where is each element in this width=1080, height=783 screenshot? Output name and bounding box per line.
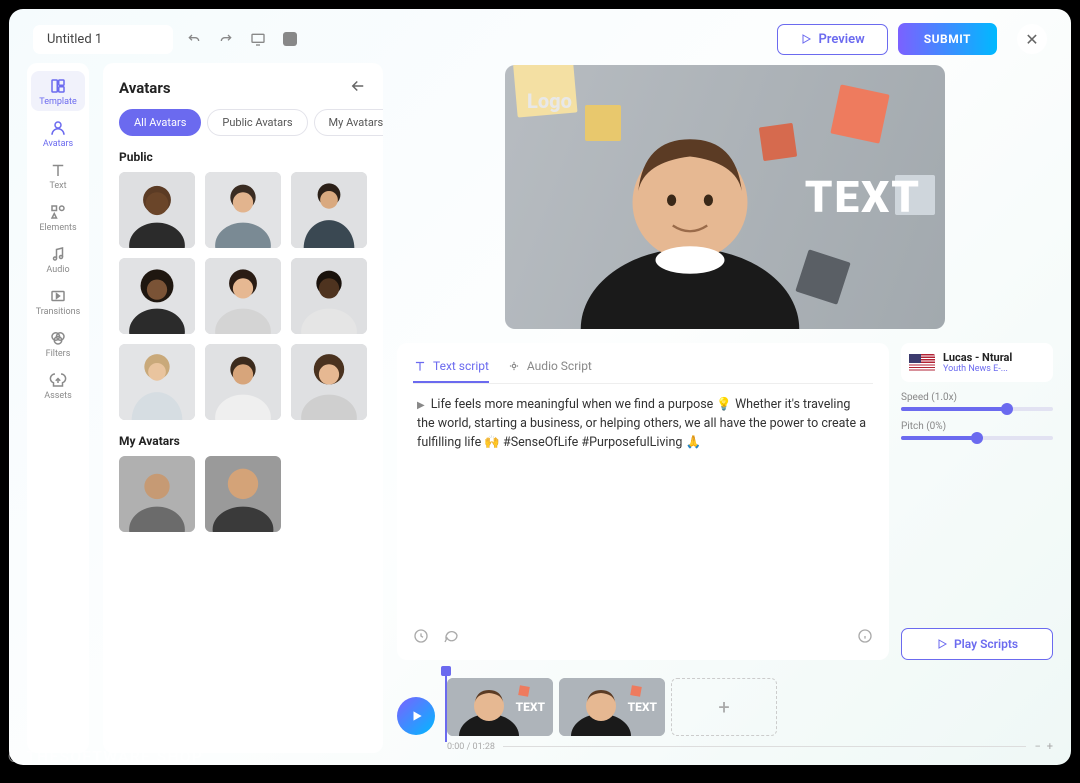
avatar-public-9[interactable] — [291, 344, 367, 420]
timeline-play-button[interactable] — [397, 697, 435, 735]
watermark-text: © THESOFTWARE.SHOP — [8, 747, 203, 766]
avatar-public-8[interactable] — [205, 344, 281, 420]
tab-audio-script[interactable]: Audio Script — [507, 355, 592, 383]
avatar-my-1[interactable] — [119, 456, 195, 532]
nav-filters[interactable]: Filters — [31, 323, 85, 363]
avatar-public-7[interactable] — [119, 344, 195, 420]
avatar-public-3[interactable] — [291, 172, 367, 248]
nav-transitions[interactable]: Transitions — [31, 281, 85, 321]
redo-icon[interactable] — [217, 30, 235, 48]
tab-public-avatars[interactable]: Public Avatars — [207, 109, 307, 136]
canvas-preview[interactable]: Logo TEXT — [505, 65, 945, 329]
section-my-label: My Avatars — [119, 434, 367, 448]
section-public-label: Public — [119, 150, 367, 164]
nav-text[interactable]: Text — [31, 155, 85, 195]
timeline: TEXT TEXT + 0:00 / 01:28 − + — [397, 674, 1053, 753]
close-button[interactable]: ✕ — [1017, 24, 1047, 54]
script-panel: Text script Audio Script ▶Life feels mor… — [397, 343, 889, 660]
play-inline-icon[interactable]: ▶ — [417, 400, 425, 411]
voice-name: Lucas - Ntural — [943, 351, 1012, 364]
preview-button[interactable]: Preview — [777, 24, 887, 55]
undo-icon[interactable] — [185, 30, 203, 48]
preview-label: Preview — [818, 32, 864, 47]
sticky-note — [830, 84, 889, 143]
pitch-label: Pitch (0%) — [901, 421, 1053, 432]
avatars-panel: Avatars All Avatars Public Avatars My Av… — [103, 63, 383, 753]
add-clip-button[interactable]: + — [671, 678, 777, 736]
nav-assets[interactable]: Assets — [31, 365, 85, 405]
canvas-logo-text: Logo — [527, 89, 572, 113]
avatar-public-4[interactable] — [119, 258, 195, 334]
timeline-clip-1[interactable]: TEXT — [447, 678, 553, 736]
history-icon[interactable] — [413, 628, 429, 648]
avatar-public-6[interactable] — [291, 258, 367, 334]
panel-title: Avatars — [119, 79, 171, 97]
zoom-out-button[interactable]: − — [1034, 740, 1040, 753]
back-arrow-icon[interactable] — [349, 77, 367, 99]
display-icon[interactable] — [249, 30, 267, 48]
tab-my-avatars[interactable]: My Avatars — [314, 109, 383, 136]
zoom-in-button[interactable]: + — [1047, 740, 1053, 753]
info-icon[interactable] — [857, 628, 873, 648]
avatar-public-5[interactable] — [205, 258, 281, 334]
voice-selector[interactable]: Lucas - Ntural Youth News E-... — [901, 343, 1053, 382]
tab-all-avatars[interactable]: All Avatars — [119, 109, 201, 136]
timeline-clip-2[interactable]: TEXT — [559, 678, 665, 736]
timeline-scrubber[interactable] — [503, 746, 1027, 747]
nav-elements[interactable]: Elements — [31, 197, 85, 237]
avatar-public-2[interactable] — [205, 172, 281, 248]
avatar-my-2[interactable] — [205, 456, 281, 532]
submit-button[interactable]: SUBMIT — [898, 23, 997, 55]
speed-slider[interactable] — [901, 407, 1053, 411]
stop-icon[interactable] — [281, 30, 299, 48]
nav-avatars[interactable]: Avatars — [31, 113, 85, 153]
speed-label: Speed (1.0x) — [901, 392, 1053, 403]
avatar-public-1[interactable] — [119, 172, 195, 248]
avatar-render — [575, 99, 805, 329]
chat-icon[interactable] — [443, 628, 459, 648]
flag-us-icon — [909, 354, 935, 372]
canvas-text-overlay: TEXT — [805, 171, 921, 223]
pitch-slider[interactable] — [901, 436, 1053, 440]
play-scripts-button[interactable]: Play Scripts — [901, 628, 1053, 660]
nav-template[interactable]: Template — [31, 71, 85, 111]
nav-audio[interactable]: Audio — [31, 239, 85, 279]
project-title-input[interactable] — [33, 25, 173, 54]
timeline-time: 0:00 / 01:28 — [447, 742, 495, 752]
script-text-area[interactable]: ▶Life feels more meaningful when we find… — [413, 384, 873, 622]
voice-sub: Youth News E-... — [943, 364, 1012, 374]
left-nav: Template Avatars Text Elements Audio Tra… — [27, 63, 89, 753]
tab-text-script[interactable]: Text script — [413, 355, 489, 383]
